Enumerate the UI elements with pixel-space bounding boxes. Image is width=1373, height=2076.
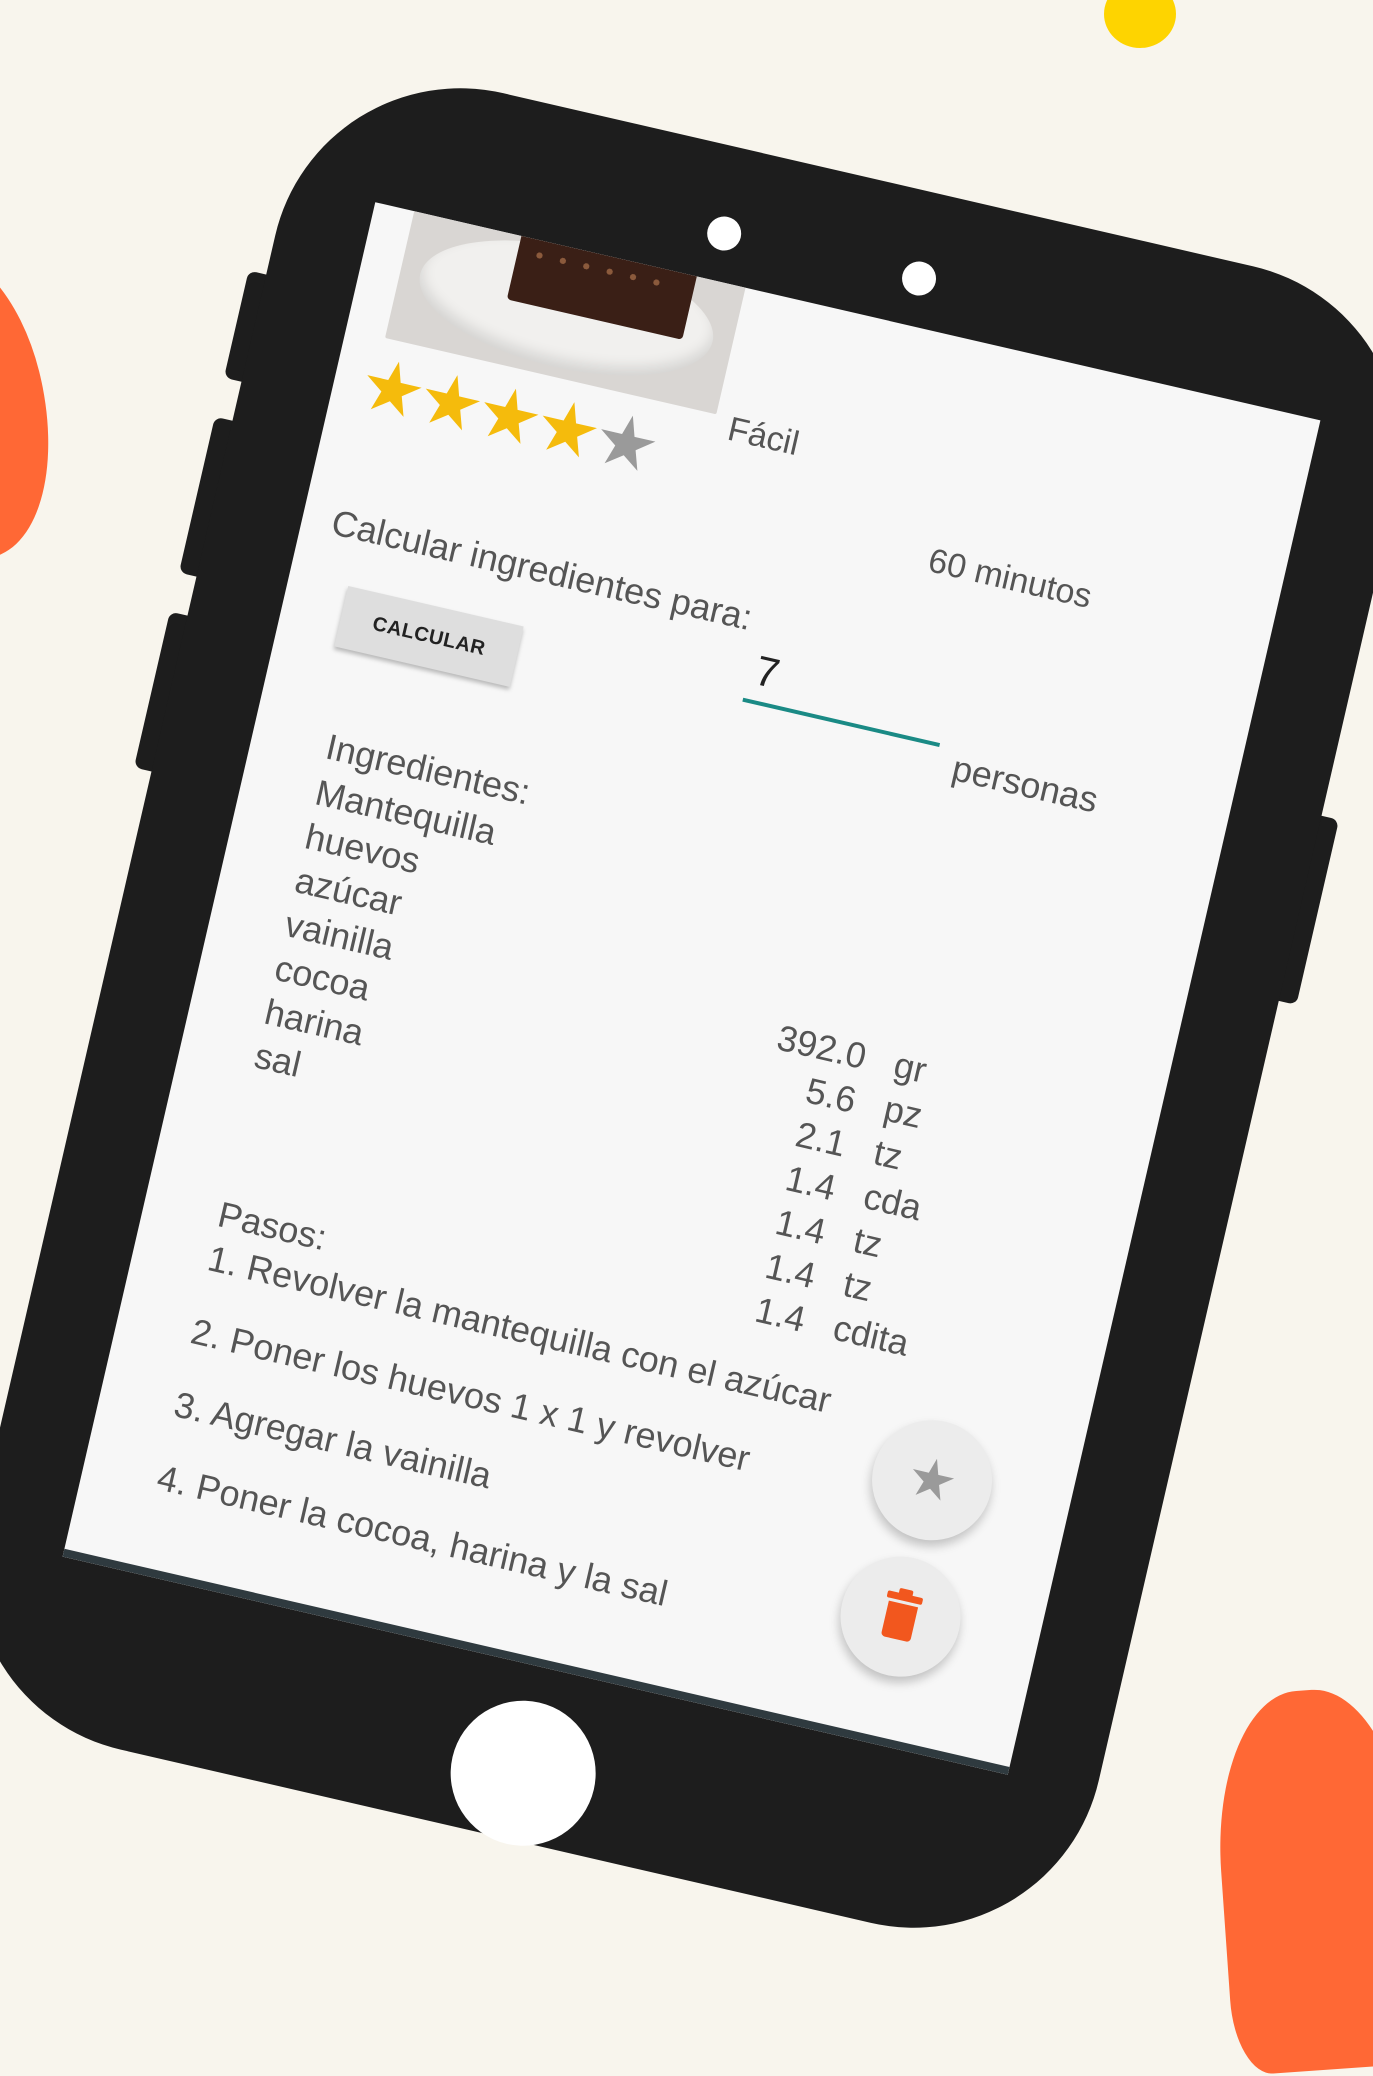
people-count-input[interactable] [742, 639, 954, 748]
people-unit-label: personas [948, 747, 1102, 821]
star-icon-filled[interactable] [416, 369, 486, 439]
recipe-time: 60 minutos [924, 541, 1096, 616]
star-icon-filled[interactable] [358, 355, 428, 425]
star-icon [906, 1454, 959, 1507]
calculate-button[interactable]: CALCULAR [334, 585, 524, 687]
star-icon-filled[interactable] [475, 382, 545, 452]
trash-icon [878, 1587, 924, 1643]
recipe-difficulty: Fácil [724, 409, 803, 464]
phone-mockup: Fácil 60 minutos Calcular ingredientes p… [0, 50, 1373, 1966]
ingredient-names-list: Mantequilla huevos azúcar vainilla cocoa… [250, 770, 500, 1118]
favorite-button[interactable] [860, 1408, 1005, 1553]
star-icon-empty[interactable] [592, 409, 662, 479]
decorative-orange-blob-right [1208, 1683, 1373, 2076]
decorative-orange-blob-left [0, 234, 81, 576]
delete-button[interactable] [828, 1544, 973, 1689]
star-icon-filled[interactable] [533, 396, 603, 466]
decorative-yellow-dot [1104, 0, 1176, 48]
